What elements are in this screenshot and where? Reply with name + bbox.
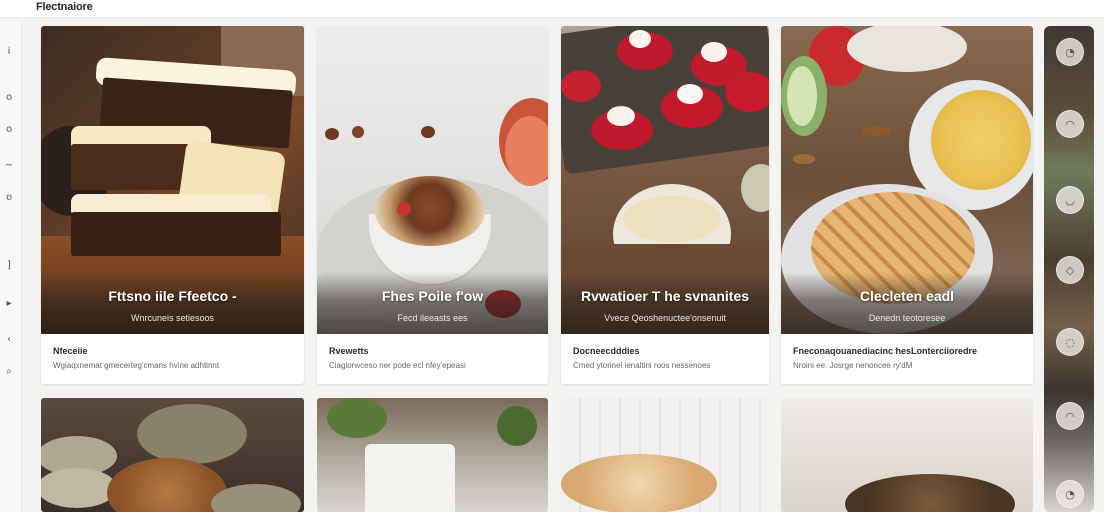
recipe-card[interactable] xyxy=(41,398,304,512)
toolbar-button-1[interactable]: ◔ xyxy=(1056,38,1084,66)
recipe-card[interactable] xyxy=(781,398,1033,512)
sidebar-icon-9[interactable]: ⌕ xyxy=(4,366,14,378)
sidebar-icon-7[interactable]: ▸ xyxy=(4,298,14,310)
recipe-card[interactable]: Fhes Poile f'ow Fecd ileeasts ees Rvewet… xyxy=(317,26,548,384)
card-description: Ciaglorwceso ner pode ecl nfey'epeasi xyxy=(329,361,466,370)
recipe-card[interactable]: Clecleten eadl Denedn teotoresee Fnecona… xyxy=(781,26,1033,384)
right-toolbar: ◔ ◠ ◡ ◇ ◌ ◠ ◔ xyxy=(1044,26,1094,512)
sidebar-icon-6[interactable]: ] xyxy=(4,260,14,272)
card-overlay-title: Rvwatioer T he svnanites xyxy=(580,288,750,304)
recipe-card[interactable]: Rvwatioer T he svnanites Vvece Qeoshenuc… xyxy=(561,26,769,384)
card-body: Docneecdddies Cmed ytorinei ienaltini ro… xyxy=(561,334,769,384)
sidebar-icon-8[interactable]: ‹ xyxy=(4,334,14,346)
card-overlay-title: Clecleten eadl xyxy=(859,288,955,304)
card-heading: Fneconaqouanediacinc hesLonterciioredre xyxy=(793,346,978,356)
recipe-card[interactable]: Fttsno iile Ffeetco - Wnrcuneis setiesoo… xyxy=(41,26,304,384)
sidebar-icon-3[interactable]: o xyxy=(4,124,14,136)
left-sidebar: i o o ~ o ] ▸ ‹ ⌕ xyxy=(0,22,22,512)
card-overlay-subtitle: Fecd ileeasts ees xyxy=(397,313,468,323)
card-body: Fneconaqouanediacinc hesLonterciioredre … xyxy=(781,334,1033,384)
card-overlay-title: Fttsno iile Ffeetco - xyxy=(108,288,237,304)
toolbar-button-7[interactable]: ◔ xyxy=(1056,480,1084,508)
card-body: Rvewetts Ciaglorwceso ner pode ecl nfey'… xyxy=(317,334,548,384)
card-description: Nroini ee: Josrge nenoncee ry'dM xyxy=(793,361,913,370)
card-overlay-subtitle: Vvece Qeoshenuctee'onsenuit xyxy=(604,313,726,323)
card-description: Cmed ytorinei ienaltini roos nessenoes xyxy=(573,361,711,370)
card-heading: Nfeceiie xyxy=(53,346,88,356)
card-body: Nfeceiie Wgiaqxnemat gmecerteg'cmans hvi… xyxy=(41,334,304,384)
card-overlay-title: Fhes Poile f'ow xyxy=(381,288,484,304)
card-overlay-subtitle: Wnrcuneis setiesoos xyxy=(130,313,215,323)
card-description: Wgiaqxnemat gmecerteg'cmans hvine adhtin… xyxy=(53,361,220,370)
recipe-card[interactable] xyxy=(561,398,769,512)
card-heading: Docneecdddies xyxy=(573,346,640,356)
toolbar-button-6[interactable]: ◠ xyxy=(1056,402,1084,430)
toolbar-button-2[interactable]: ◠ xyxy=(1056,110,1084,138)
toolbar-button-3[interactable]: ◡ xyxy=(1056,186,1084,214)
toolbar-button-5[interactable]: ◌ xyxy=(1056,328,1084,356)
top-bar: Flectnaiore xyxy=(0,0,1104,18)
app-title: Flectnaiore xyxy=(36,1,93,13)
sidebar-icon-5[interactable]: o xyxy=(4,192,14,204)
card-overlay-subtitle: Denedn teotoresee xyxy=(868,313,946,323)
toolbar-button-4[interactable]: ◇ xyxy=(1056,256,1084,284)
sidebar-icon-2[interactable]: o xyxy=(4,92,14,104)
card-heading: Rvewetts xyxy=(329,346,369,356)
recipe-card[interactable] xyxy=(317,398,548,512)
sidebar-icon-4[interactable]: ~ xyxy=(4,160,14,172)
sidebar-icon-1[interactable]: i xyxy=(4,46,14,58)
